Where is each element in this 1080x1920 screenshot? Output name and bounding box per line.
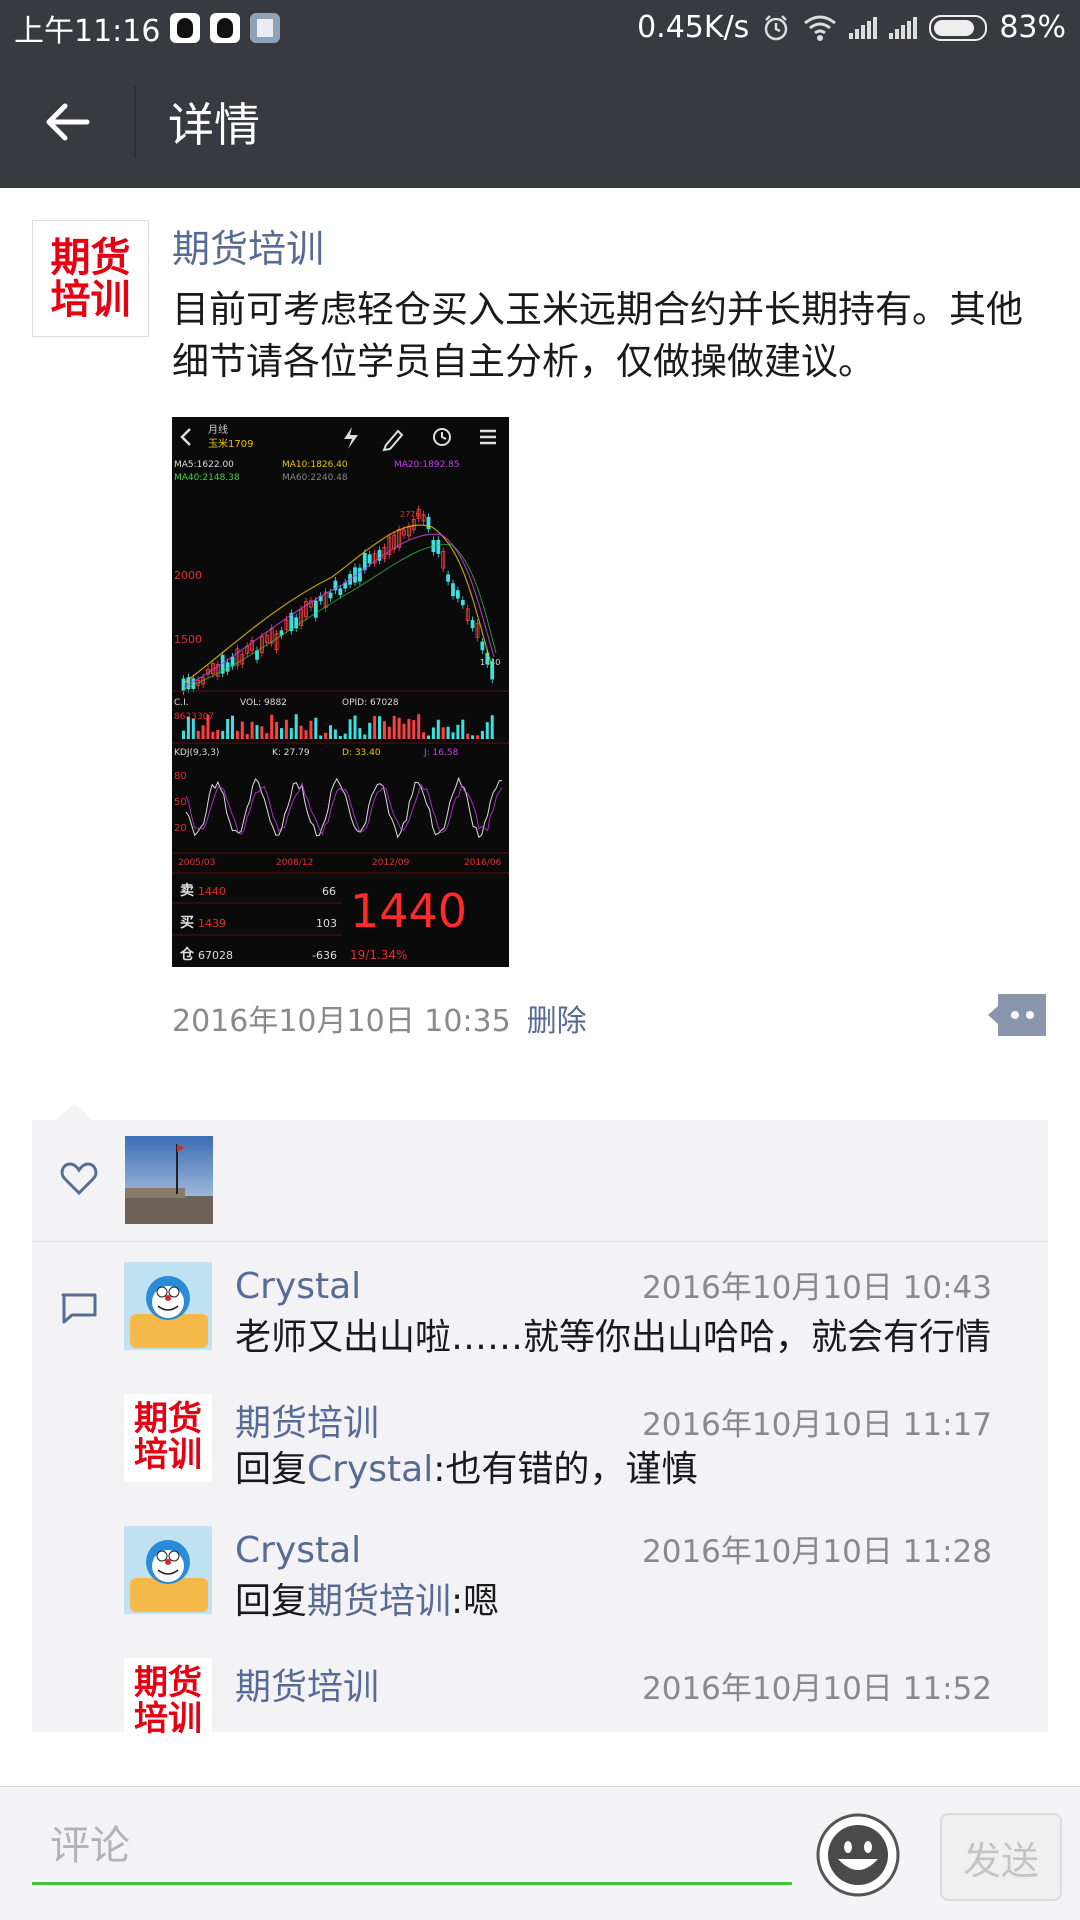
qq-icon <box>170 12 201 43</box>
commenter-name[interactable]: 期货培训 <box>235 1658 379 1710</box>
svg-text:2012/09: 2012/09 <box>372 858 410 868</box>
heart-icon <box>60 1162 98 1196</box>
svg-text:VOL: 9882: VOL: 9882 <box>240 698 287 708</box>
avatar-logo-line2: 培训 <box>50 276 131 323</box>
comment-item[interactable]: 期货 培训 期货培训 2016年10月10日 11:17 回复Crystal:也… <box>32 1394 1048 1496</box>
svg-text:仓: 仓 <box>179 946 195 963</box>
svg-text:1500: 1500 <box>174 633 202 646</box>
svg-text:1440: 1440 <box>198 885 226 898</box>
comment-text: 回复Crystal:也有错的，谨慎 <box>235 1449 698 1490</box>
svg-text:KDJ(9,3,3): KDJ(9,3,3) <box>174 748 219 758</box>
svg-text:-636: -636 <box>312 949 337 962</box>
comment-more-icon <box>988 994 1046 1036</box>
comment-more-button[interactable] <box>988 994 1046 1036</box>
svg-text:K: 27.79: K: 27.79 <box>272 748 310 758</box>
svg-text:80: 80 <box>174 771 187 782</box>
commenter-name[interactable]: Crystal <box>235 1266 361 1307</box>
status-bar: 上午11:16 0.45K/s 83% <box>0 0 1080 55</box>
svg-text:50: 50 <box>174 797 187 808</box>
emoji-button[interactable] <box>814 1811 902 1899</box>
commenter-avatar[interactable]: 期货 培训 <box>124 1658 212 1746</box>
comment-time: 2016年10月10日 11:17 <box>642 1407 992 1443</box>
chart-symbol: 玉米1709 <box>208 437 253 450</box>
comment-text: 老师又出山啦……就等你出山哈哈，就会有行情 <box>235 1317 992 1358</box>
status-time: 上午11:16 <box>14 13 161 49</box>
comments-list: Crystal 2016年10月10日 10:43 老师又出山啦……就等你出山哈… <box>32 1242 1048 1746</box>
panel-pointer <box>56 1104 92 1120</box>
svg-text:J: 16.58: J: 16.58 <box>423 748 459 758</box>
commenter-name[interactable]: Crystal <box>235 1530 361 1571</box>
svg-text:2005/03: 2005/03 <box>178 858 215 868</box>
commenter-avatar[interactable]: 期货 培训 <box>124 1394 212 1482</box>
post-text: 目前可考虑轻仓买入玉米远期合约并长期持有。其他细节请各位学员自主分析，仅做操做建… <box>172 288 1023 383</box>
comment-time: 2016年10月10日 11:28 <box>642 1534 992 1570</box>
svg-text:MA20:1892.85: MA20:1892.85 <box>394 460 460 470</box>
page-title: 详情 <box>168 97 260 152</box>
battery-icon <box>929 14 988 41</box>
interaction-panel: Crystal 2016年10月10日 10:43 老师又出山啦……就等你出山哈… <box>32 1104 1048 1746</box>
svg-text:OPID: 67028: OPID: 67028 <box>342 698 399 708</box>
post-timestamp: 2016年10月10日 10:35 <box>172 1004 511 1039</box>
comment-item[interactable]: Crystal 2016年10月10日 11:28 回复期货培训:嗯 <box>32 1526 1048 1628</box>
smiley-icon <box>816 1813 900 1897</box>
svg-text:2000: 2000 <box>174 569 202 582</box>
svg-text:MA10:1826.40: MA10:1826.40 <box>282 460 348 470</box>
likes-row <box>32 1120 1048 1242</box>
svg-text:MA5:1622.00: MA5:1622.00 <box>174 460 234 470</box>
post-meta: 2016年10月10日 10:35 删除 <box>172 996 587 1040</box>
signal-icon <box>889 16 918 39</box>
author-avatar[interactable]: 期货 培训 <box>32 220 149 337</box>
signal-icon <box>849 16 878 39</box>
svg-text:MA60:2240.48: MA60:2240.48 <box>282 473 348 483</box>
avatar-logo-line1: 期货 <box>50 234 131 281</box>
svg-text:2016/06: 2016/06 <box>464 858 502 868</box>
like-user-avatar[interactable] <box>125 1136 213 1224</box>
title-bar: 详情 <box>0 55 1080 188</box>
network-speed: 0.45K/s <box>637 10 750 45</box>
comment-item[interactable]: 期货 培训 期货培训 2016年10月10日 11:52 <box>32 1658 1048 1746</box>
title-divider <box>134 85 136 158</box>
comment-input[interactable] <box>32 1809 792 1885</box>
commenter-avatar[interactable] <box>124 1262 212 1350</box>
chart-title: 月线 <box>208 423 228 436</box>
comment-time: 2016年10月10日 11:52 <box>642 1671 992 1707</box>
delete-link[interactable]: 删除 <box>527 996 587 1040</box>
reply-mention[interactable]: 期货培训 <box>307 1581 451 1622</box>
battery-percent: 83% <box>999 10 1066 45</box>
arrow-left-icon <box>46 103 90 140</box>
author-name[interactable]: 期货培训 <box>172 218 324 273</box>
back-button[interactable] <box>0 55 134 188</box>
comment-text: 回复期货培训:嗯 <box>235 1581 500 1622</box>
commenter-avatar[interactable] <box>124 1526 212 1614</box>
post-image[interactable]: 月线 玉米1709 MA5:1622.00 MA10:1826.40 MA20:… <box>172 417 509 967</box>
svg-text:2008/12: 2008/12 <box>276 858 313 868</box>
reply-mention[interactable]: Crystal <box>307 1449 433 1490</box>
svg-text:1439: 1439 <box>198 917 226 930</box>
svg-text:103: 103 <box>316 917 337 930</box>
calculator-icon <box>250 12 281 43</box>
svg-text:67028: 67028 <box>198 949 233 962</box>
comment-item[interactable]: Crystal 2016年10月10日 10:43 老师又出山啦……就等你出山哈… <box>32 1262 1048 1364</box>
svg-text:19/1.34%: 19/1.34% <box>350 948 407 962</box>
svg-text:66: 66 <box>322 885 336 898</box>
comment-time: 2016年10月10日 10:43 <box>642 1270 992 1306</box>
comment-bar: 发送 <box>0 1786 1080 1920</box>
commenter-name[interactable]: 期货培训 <box>235 1394 379 1446</box>
svg-text:卖: 卖 <box>180 882 194 899</box>
send-button[interactable]: 发送 <box>940 1813 1062 1901</box>
last-price: 1440 <box>350 884 467 938</box>
svg-text:C.I.: C.I. <box>174 698 189 708</box>
wifi-icon <box>804 15 837 41</box>
svg-text:20: 20 <box>174 823 187 834</box>
svg-text:MA40:2148.38: MA40:2148.38 <box>174 473 240 483</box>
alarm-icon <box>765 14 788 40</box>
svg-text:D: 33.40: D: 33.40 <box>342 748 381 758</box>
qq-icon <box>210 12 241 43</box>
svg-text:买: 买 <box>180 915 194 931</box>
